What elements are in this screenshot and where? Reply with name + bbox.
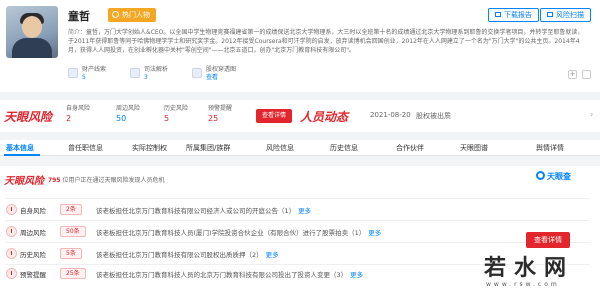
tianyan-risk-heading: 天眼风险 (4, 176, 44, 187)
alert-icon (6, 226, 17, 237)
intro-text: 童哲，万门大学创始人&CEO。以全国中学生物理竞赛福建省第一的成绩保送北京大学物… (68, 29, 584, 54)
tianyancha-logo: 天眼查 (536, 171, 571, 182)
equity-icon (192, 68, 202, 78)
more-link[interactable]: 更多 (298, 207, 311, 215)
collapse-icon[interactable] (582, 70, 591, 79)
judicial-icon (130, 68, 140, 78)
view-risk-details-button[interactable]: 查看详情 (526, 232, 570, 248)
alert-icon (6, 268, 17, 279)
expand-icon[interactable]: + (568, 70, 577, 79)
metric-surrounding-risk[interactable]: 周边风险 50 (116, 104, 140, 124)
active-tab-underline (4, 154, 40, 156)
tab-former-positions[interactable]: 曾任职信息 (68, 143, 103, 153)
risk-notice: 795 位用户正在通过天眼风险发现人员危机 (48, 175, 164, 184)
risk-count-badge: 2条 (60, 204, 82, 215)
profile-card: 童哲 热门人物 简介：童哲，万门大学创始人&CEO。以全国中学生物理竞赛福建省第… (0, 0, 600, 92)
stat-property-clues[interactable]: 财产线索 5 (68, 66, 130, 82)
more-link[interactable]: 更多 (368, 229, 381, 237)
metric-history-risk[interactable]: 历史风险 5 (164, 104, 188, 124)
more-link[interactable]: 更多 (266, 251, 279, 259)
hot-person-badge: 热门人物 (108, 8, 156, 22)
stats-row: 财产线索 5 司法解析 3 股权穿透图 查看 (68, 66, 254, 82)
tab-tianyan-graph[interactable]: 天眼图谱 (460, 143, 488, 153)
chevron-right-icon[interactable]: › (590, 110, 593, 119)
download-icon (495, 12, 501, 17)
logo-ring-icon (536, 171, 545, 180)
tab-basic-info[interactable]: 基本信息 (6, 143, 34, 153)
alert-icon (6, 204, 17, 215)
intro-label: 简介： (68, 29, 87, 36)
stat-judicial[interactable]: 司法解析 3 (130, 66, 192, 82)
risk-count-badge: 50条 (60, 226, 86, 237)
metric-self-risk[interactable]: 自身风险 2 (66, 104, 90, 124)
tab-history-info[interactable]: 历史信息 (330, 143, 358, 153)
risk-summary-bar: 天眼风险 自身风险 2 周边风险 50 历史风险 5 预警提醒 25 查看详情 人员动态… (0, 100, 600, 132)
metric-warning[interactable]: 预警提醒 25 (208, 104, 232, 124)
more-link[interactable]: 更多 (350, 271, 363, 279)
tianyan-risk-logo: 天眼风险 (4, 110, 53, 124)
property-icon (68, 68, 78, 78)
avatar[interactable] (6, 6, 58, 58)
risk-scan-button[interactable]: 风险扫描 (540, 8, 591, 22)
stat-equity-graph[interactable]: 股权穿透图 查看 (192, 66, 254, 82)
watermark-url: www.rsw.com (486, 281, 560, 288)
risk-count-badge: 5条 (60, 248, 82, 259)
person-intro: 简介：童哲，万门大学创始人&CEO。以全国中学生物理竞赛福建省第一的成绩保送北京… (68, 28, 586, 55)
notice-text: 位用户正在通过天眼风险发现人员危机 (62, 177, 165, 184)
tab-public-opinion[interactable]: 舆情详情 (536, 143, 564, 153)
section-tabs: 基本信息 曾任职信息 实际控制权 所属集团/族群 风险信息 历史信息 合作伙伴 … (0, 140, 600, 156)
divider (6, 242, 590, 243)
badge-icon (112, 11, 119, 18)
tab-risk-info[interactable]: 风险信息 (266, 143, 294, 153)
dynamic-text[interactable]: 股权被出质 (416, 111, 451, 121)
tab-actual-control[interactable]: 实际控制权 (132, 143, 167, 153)
scan-icon (547, 12, 553, 17)
page: 童哲 热门人物 简介：童哲，万门大学创始人&CEO。以全国中学生物理竞赛福建省第… (0, 0, 600, 292)
tab-group[interactable]: 所属集团/族群 (186, 143, 230, 153)
person-dynamic-title: 人员动态 (300, 110, 349, 124)
dynamic-date: 2021-08-20 (370, 111, 411, 119)
divider (6, 220, 590, 221)
divider (6, 198, 590, 199)
tab-partners[interactable]: 合作伙伴 (396, 143, 424, 153)
person-name: 童哲 (68, 10, 90, 23)
risk-count-badge: 25条 (60, 268, 86, 279)
notice-count: 795 (48, 177, 61, 184)
view-details-button[interactable]: 查看详情 (256, 109, 293, 123)
download-report-button[interactable]: 下载报告 (488, 8, 539, 22)
watermark: 若水网 (484, 255, 575, 281)
alert-icon (6, 248, 17, 259)
